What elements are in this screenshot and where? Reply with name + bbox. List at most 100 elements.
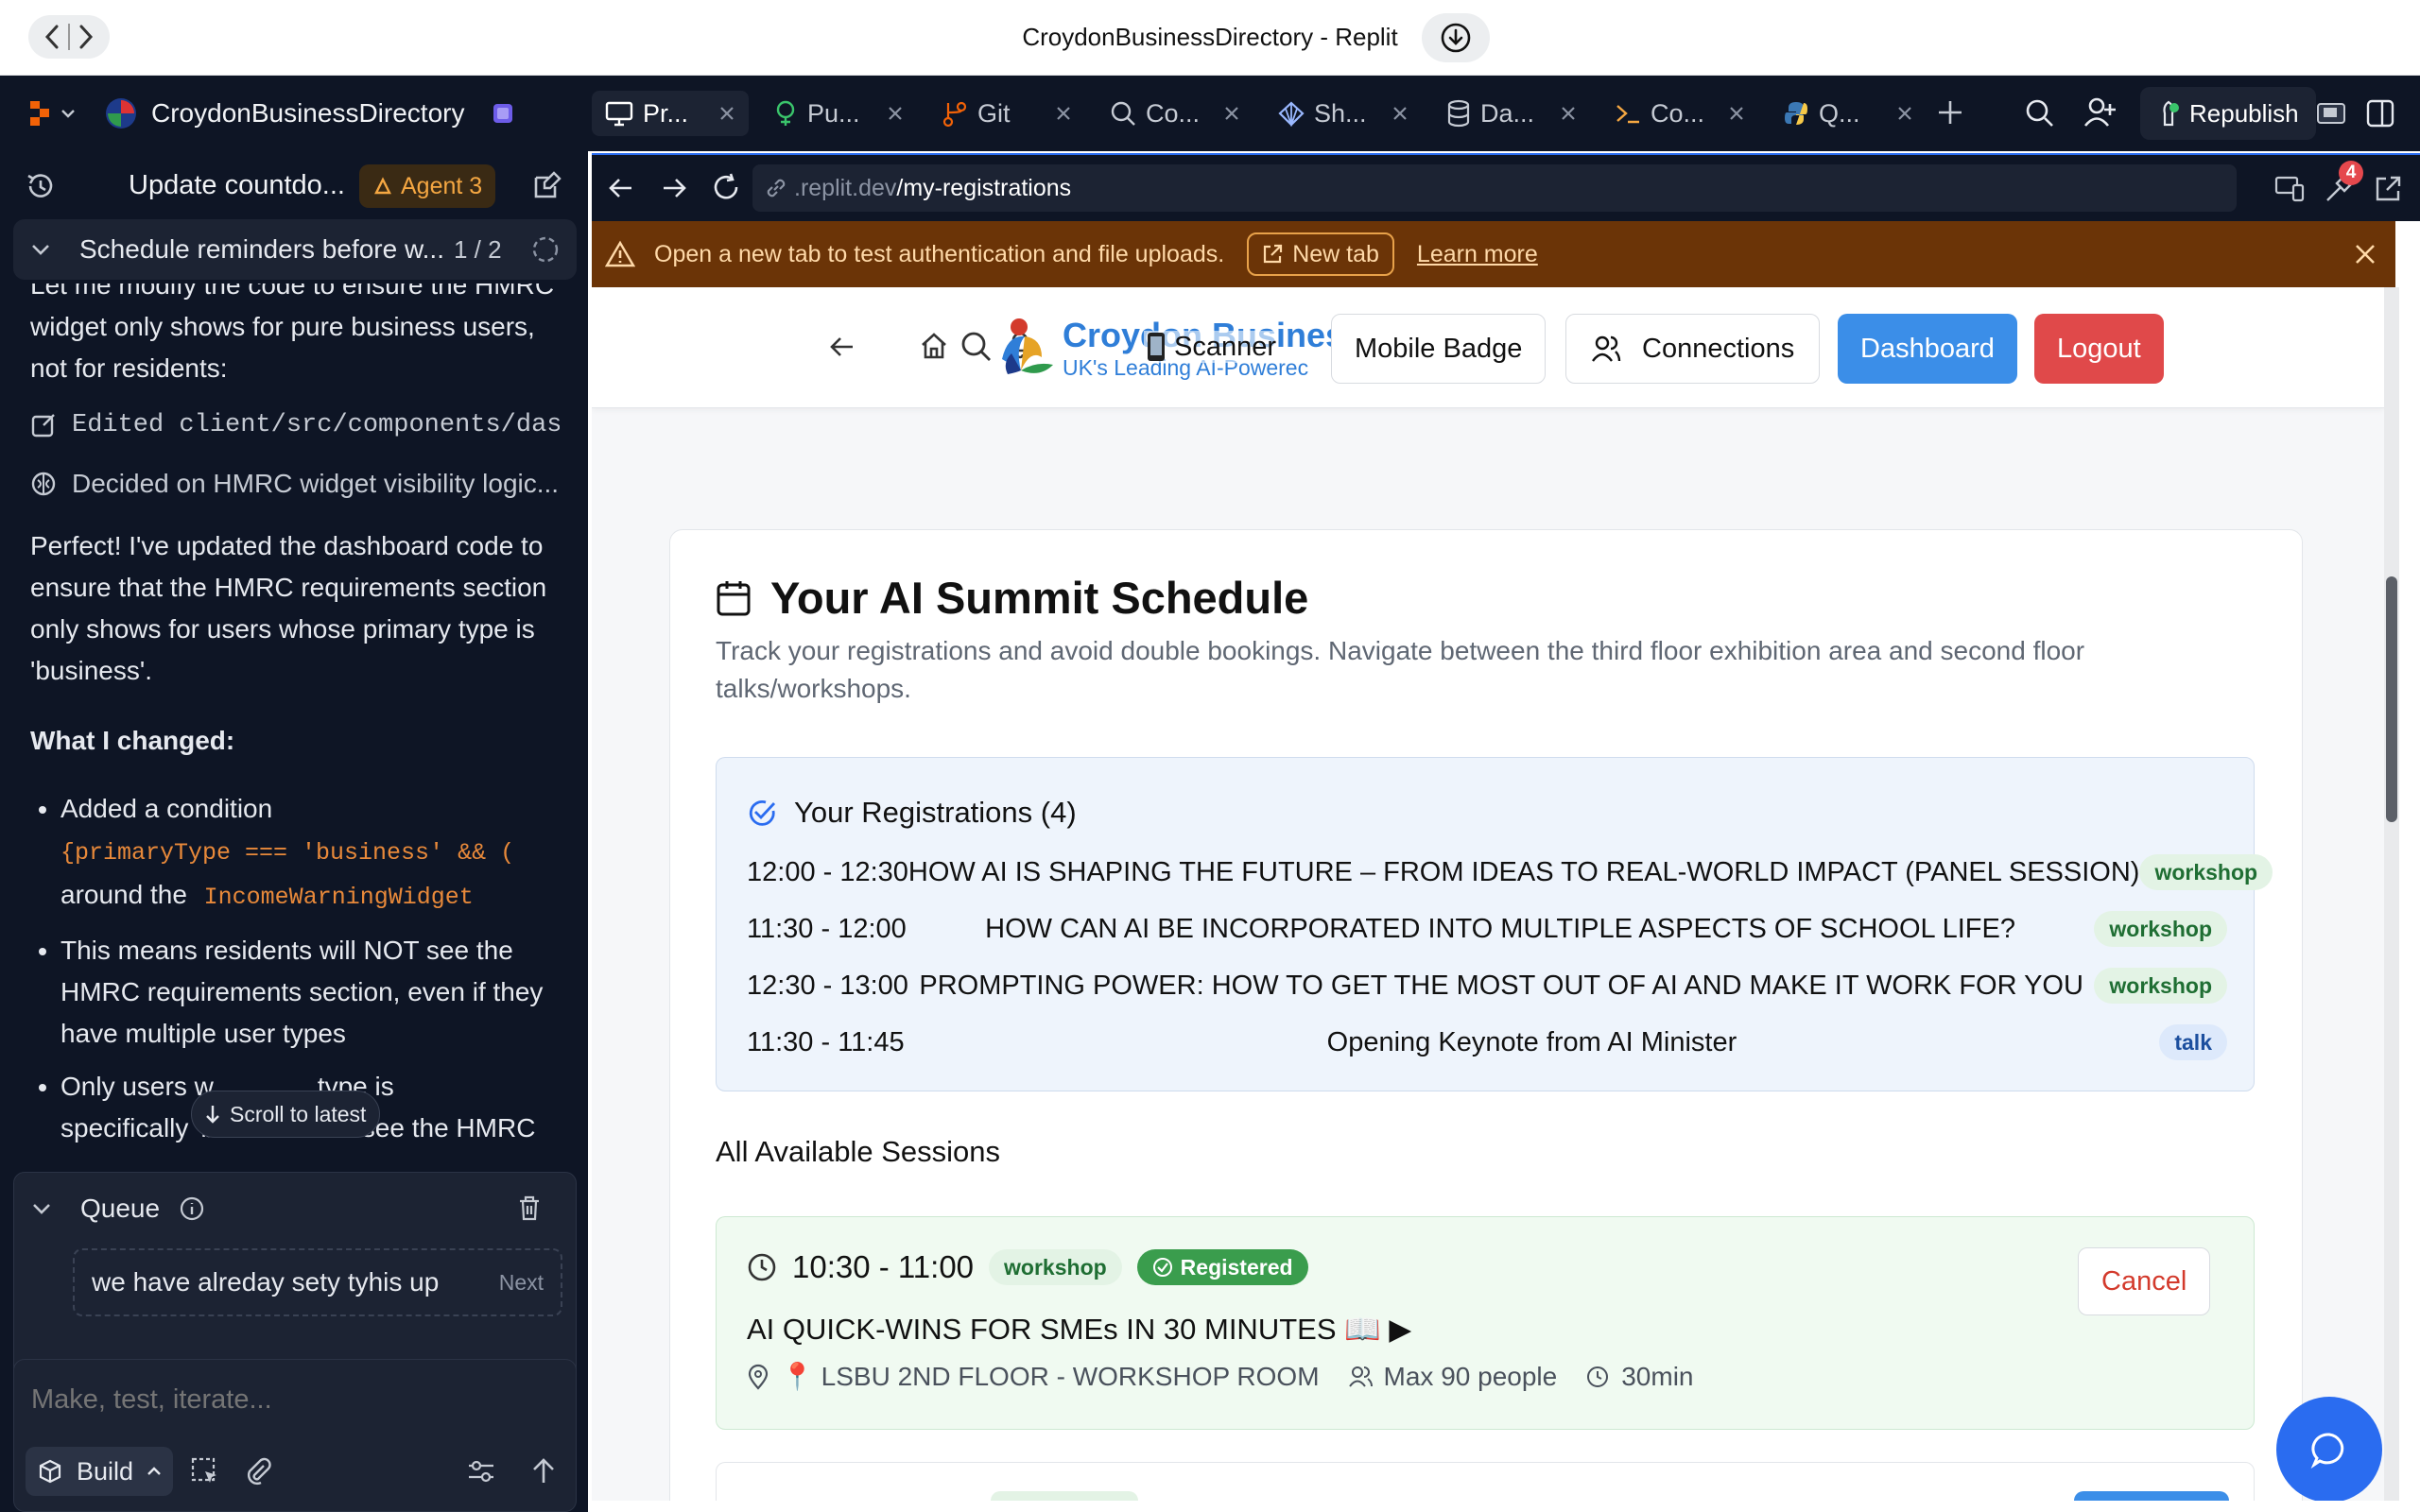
tab-5[interactable]: Sh... [1265,91,1422,136]
build-mode-button[interactable]: Build [26,1447,174,1496]
tab-6[interactable]: Da... [1433,91,1590,136]
forward-arrow-icon[interactable] [660,174,688,202]
registrations-panel: Your Registrations (4) 12:00 - 12:30 HOW … [716,757,2273,1091]
preview-viewport[interactable]: Croydon Busines UK's Leading AI-Powerec … [592,287,2384,1501]
tab-7[interactable]: Co... [1601,91,1758,136]
brand-logo-icon[interactable] [998,316,1059,382]
info-icon[interactable] [179,1195,205,1222]
tab-3[interactable]: Git [928,91,1085,136]
logout-button[interactable]: Logout [2034,314,2164,384]
download-button[interactable] [1422,13,1490,62]
trash-icon[interactable] [515,1194,544,1222]
scanner-button[interactable]: Scanner [1144,331,1277,363]
scrollbar-thumb[interactable] [2386,576,2397,822]
tab-8[interactable]: Q... [1770,91,1927,136]
history-icon[interactable] [25,170,57,202]
tab-4[interactable]: Co... [1097,91,1253,136]
registration-title: Opening Keynote from AI Minister [1326,1026,1737,1057]
download-icon [1440,22,1472,54]
close-tab-icon[interactable] [887,105,904,122]
close-tab-icon[interactable] [718,105,735,122]
close-tab-icon[interactable] [1055,105,1072,122]
close-tab-icon[interactable] [1896,105,1913,122]
composer: Build [13,1359,577,1512]
add-tab-icon[interactable] [1936,98,1964,127]
chat-action-edited[interactable]: Edited client/src/components/dash... [30,404,560,446]
queue-label: Queue [80,1194,161,1223]
home-icon[interactable] [919,331,949,361]
agent-badge-label: Agent 3 [401,172,483,199]
settings-sliders-icon[interactable] [466,1456,496,1486]
split-pane-icon[interactable] [2365,98,2395,129]
close-tab-icon[interactable] [1223,105,1240,122]
session-meta: 📍 LSBU 2ND FLOOR - WORKSHOP ROOM Max 90 … [747,1361,1693,1392]
tab-label: Co... [1146,98,1201,128]
tab-label: Pu... [807,98,860,128]
map-pin-icon [747,1364,769,1390]
close-tab-icon[interactable] [1392,105,1409,122]
reload-icon[interactable] [711,172,741,202]
send-arrow-icon[interactable] [530,1456,557,1486]
chat-action-decided[interactable]: Decided on HMRC widget visibility logic.… [30,463,560,505]
session-card[interactable]: 10:30 - 11:00 workshop Registered AI QUI… [716,1216,2255,1430]
attach-icon[interactable] [243,1456,273,1486]
close-tab-icon[interactable] [1560,105,1577,122]
mobile-badge-button[interactable]: Mobile Badge [1331,314,1547,384]
devtools-icon[interactable] [2314,96,2348,130]
registration-type-badge: talk [2159,1024,2227,1060]
registration-title: HOW CAN AI BE INCORPORATED INTO MULTIPLE… [985,913,2015,944]
registrations-title: Your Registrations (4) [794,796,1077,829]
banner-message: Open a new tab to test authentication an… [654,240,1225,267]
session-type-badge: workshop [989,1249,1122,1285]
close-icon[interactable] [2354,243,2377,266]
composer-input[interactable] [31,1379,561,1420]
registration-type-badge: workshop [2094,911,2227,947]
dashboard-button[interactable]: Dashboard [1838,314,2017,384]
registration-title: HOW AI IS SHAPING THE FUTURE – FROM IDEA… [908,856,2140,887]
url-field[interactable]: .replit.dev/my-registrations [752,164,2237,212]
chevron-down-icon [30,243,51,256]
stop-square-icon[interactable] [492,102,514,125]
back-arrow-icon[interactable] [607,174,635,202]
workspace-tabs: Pr... Pu... Git Co... Sh... Da... Co... Q... Re… [588,76,2420,151]
registered-badge: Registered [1136,1249,1308,1285]
connections-button[interactable]: Connections [1565,314,1821,384]
registrations-header: Your Registrations (4) [747,796,1077,830]
device-preview-icon[interactable] [2274,174,2305,202]
thread-title[interactable]: Update countdo... [129,170,345,201]
learn-more-link[interactable]: Learn more [1417,241,1538,268]
window-titlebar: CroydonBusinessDirectory - Replit [0,0,2420,76]
tab-label: Da... [1480,98,1535,128]
session-duration: 30min [1621,1361,1694,1391]
new-chat-icon[interactable] [531,170,563,202]
task-progress[interactable]: Schedule reminders before w... 1 / 2 [13,219,577,280]
agent-badge[interactable]: Agent 3 [359,164,496,208]
select-element-icon[interactable] [190,1456,220,1486]
new-tab-button[interactable]: New tab [1247,232,1394,276]
registration-time: 11:30 - 11:45 [747,1026,905,1057]
chat-action-text: Decided on HMRC widget visibility logic.… [72,469,560,498]
queue-next-label[interactable]: Next [499,1270,544,1296]
back-arrow-icon[interactable] [828,333,856,361]
queue-item[interactable]: we have alreday sety tyhis up Next [73,1248,562,1316]
close-tab-icon[interactable] [1728,105,1745,122]
task-counter: 1 / 2 [453,234,502,264]
search-icon[interactable] [2025,98,2055,129]
cancel-button[interactable]: Cancel [2078,1247,2211,1315]
queue-header[interactable]: Queue [31,1194,205,1224]
republish-button[interactable]: Republish [2140,87,2316,140]
chat-fab[interactable] [2276,1397,2382,1501]
next-session-badge [991,1491,1138,1501]
registration-time: 12:00 - 12:30 [747,856,908,887]
scroll-to-latest-button[interactable]: Scroll to latest [191,1091,381,1138]
open-external-icon[interactable] [2373,174,2403,204]
search-icon[interactable] [960,331,993,363]
replit-menu[interactable] [28,94,76,132]
viewport-scrollbar[interactable] [2384,287,2399,1501]
list-item: This means residents will NOT see the HM… [60,930,560,1055]
invite-user-icon[interactable] [2083,96,2118,129]
next-session-card [716,1462,2255,1501]
project-switcher[interactable]: CroydonBusinessDirectory [104,93,464,134]
tab-1[interactable]: Pr... [592,91,749,136]
tab-2[interactable]: Pu... [760,91,917,136]
